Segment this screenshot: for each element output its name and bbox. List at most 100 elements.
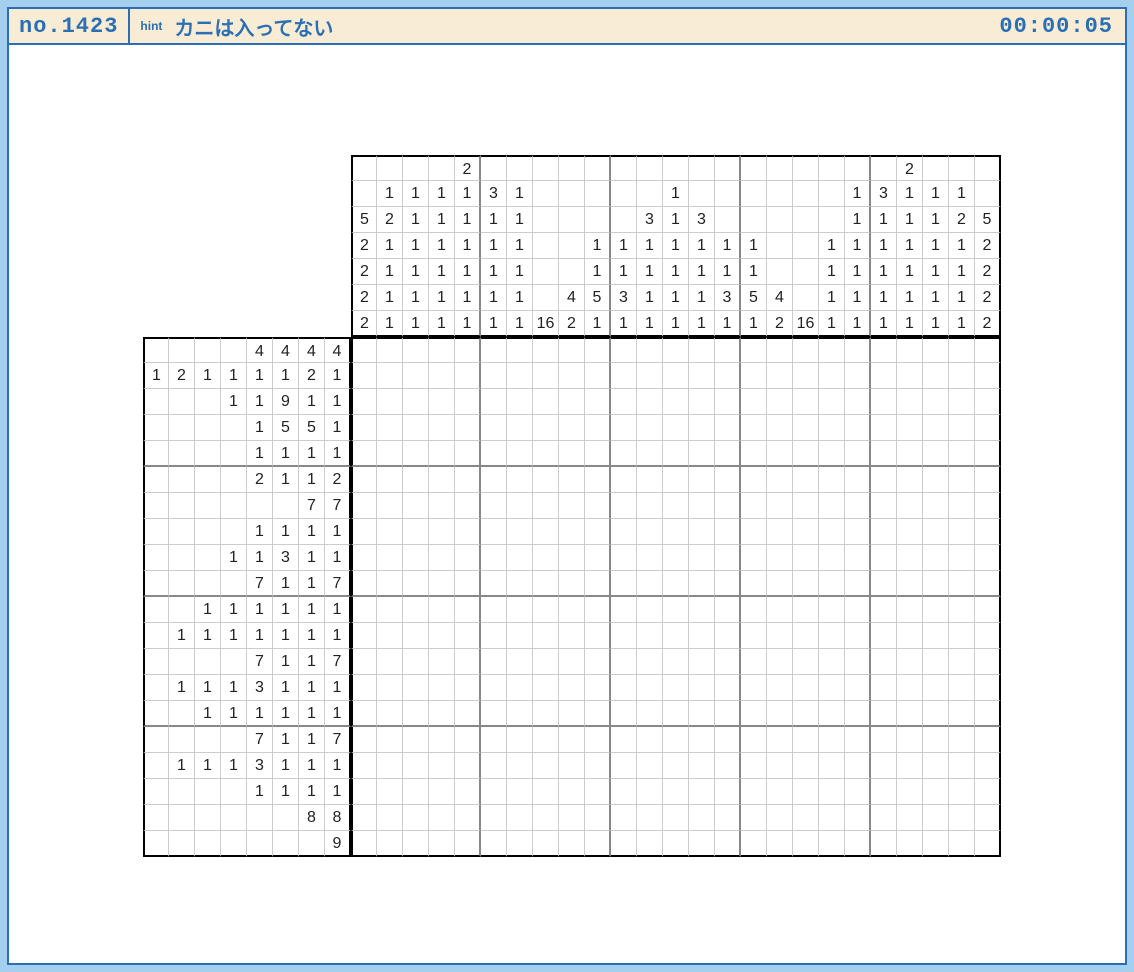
row-clue-cell[interactable]: [195, 779, 221, 805]
row-clue-cell[interactable]: 1: [325, 753, 351, 779]
col-clue-cell[interactable]: 1: [897, 233, 923, 259]
grid-cell[interactable]: [533, 493, 559, 519]
grid-cell[interactable]: [585, 597, 611, 623]
grid-cell[interactable]: [351, 805, 377, 831]
grid-cell[interactable]: [819, 779, 845, 805]
row-clue-cell[interactable]: 1: [273, 441, 299, 467]
grid-cell[interactable]: [897, 779, 923, 805]
grid-cell[interactable]: [429, 467, 455, 493]
grid-cell[interactable]: [533, 675, 559, 701]
row-clue-cell[interactable]: 2: [325, 467, 351, 493]
grid-cell[interactable]: [741, 831, 767, 857]
col-clue-cell[interactable]: [767, 233, 793, 259]
col-clue-cell[interactable]: [819, 207, 845, 233]
grid-cell[interactable]: [455, 805, 481, 831]
grid-cell[interactable]: [923, 701, 949, 727]
grid-cell[interactable]: [611, 545, 637, 571]
row-clue-cell[interactable]: [221, 571, 247, 597]
grid-cell[interactable]: [793, 389, 819, 415]
col-clue-cell[interactable]: 3: [689, 207, 715, 233]
grid-cell[interactable]: [455, 337, 481, 363]
grid-cell[interactable]: [507, 805, 533, 831]
grid-cell[interactable]: [793, 831, 819, 857]
grid-cell[interactable]: [611, 389, 637, 415]
col-clue-cell[interactable]: 4: [559, 285, 585, 311]
grid-cell[interactable]: [351, 753, 377, 779]
col-clue-cell[interactable]: 5: [975, 207, 1001, 233]
grid-cell[interactable]: [403, 493, 429, 519]
grid-cell[interactable]: [819, 571, 845, 597]
row-clue-cell[interactable]: 1: [195, 675, 221, 701]
grid-cell[interactable]: [689, 831, 715, 857]
grid-cell[interactable]: [429, 727, 455, 753]
grid-cell[interactable]: [637, 337, 663, 363]
col-clue-cell[interactable]: 1: [403, 181, 429, 207]
grid-cell[interactable]: [767, 337, 793, 363]
grid-cell[interactable]: [663, 467, 689, 493]
row-clue-cell[interactable]: [169, 779, 195, 805]
grid-cell[interactable]: [585, 363, 611, 389]
grid-cell[interactable]: [481, 493, 507, 519]
grid-cell[interactable]: [897, 649, 923, 675]
row-clue-cell[interactable]: [221, 519, 247, 545]
grid-cell[interactable]: [351, 649, 377, 675]
grid-cell[interactable]: [741, 571, 767, 597]
grid-cell[interactable]: [845, 727, 871, 753]
grid-cell[interactable]: [351, 623, 377, 649]
grid-cell[interactable]: [403, 753, 429, 779]
row-clue-cell[interactable]: 1: [273, 675, 299, 701]
col-clue-cell[interactable]: [767, 207, 793, 233]
grid-cell[interactable]: [403, 441, 429, 467]
grid-cell[interactable]: [793, 727, 819, 753]
row-clue-cell[interactable]: 1: [299, 675, 325, 701]
grid-cell[interactable]: [377, 389, 403, 415]
grid-cell[interactable]: [923, 415, 949, 441]
grid-cell[interactable]: [845, 493, 871, 519]
grid-cell[interactable]: [741, 727, 767, 753]
grid-cell[interactable]: [585, 545, 611, 571]
row-clue-cell[interactable]: [169, 805, 195, 831]
grid-cell[interactable]: [715, 701, 741, 727]
col-clue-cell[interactable]: 1: [455, 207, 481, 233]
grid-cell[interactable]: [715, 831, 741, 857]
grid-cell[interactable]: [767, 701, 793, 727]
grid-cell[interactable]: [455, 467, 481, 493]
grid-cell[interactable]: [689, 493, 715, 519]
grid-cell[interactable]: [949, 493, 975, 519]
grid-cell[interactable]: [611, 623, 637, 649]
row-clue-cell[interactable]: 1: [273, 363, 299, 389]
grid-cell[interactable]: [455, 389, 481, 415]
row-clue-cell[interactable]: 5: [299, 415, 325, 441]
col-clue-cell[interactable]: 1: [715, 233, 741, 259]
grid-cell[interactable]: [715, 675, 741, 701]
grid-cell[interactable]: [793, 441, 819, 467]
grid-cell[interactable]: [689, 727, 715, 753]
grid-cell[interactable]: [533, 389, 559, 415]
col-clue-cell[interactable]: 1: [507, 207, 533, 233]
grid-cell[interactable]: [767, 649, 793, 675]
grid-cell[interactable]: [403, 623, 429, 649]
col-clue-cell[interactable]: [715, 155, 741, 181]
grid-cell[interactable]: [923, 363, 949, 389]
grid-cell[interactable]: [377, 545, 403, 571]
col-clue-cell[interactable]: 3: [637, 207, 663, 233]
grid-cell[interactable]: [611, 701, 637, 727]
row-clue-cell[interactable]: 1: [273, 519, 299, 545]
grid-cell[interactable]: [585, 623, 611, 649]
grid-cell[interactable]: [455, 649, 481, 675]
grid-cell[interactable]: [481, 467, 507, 493]
grid-cell[interactable]: [767, 675, 793, 701]
grid-cell[interactable]: [585, 831, 611, 857]
grid-cell[interactable]: [767, 415, 793, 441]
grid-cell[interactable]: [923, 831, 949, 857]
col-clue-cell[interactable]: [819, 155, 845, 181]
grid-cell[interactable]: [481, 571, 507, 597]
row-clue-cell[interactable]: [273, 805, 299, 831]
grid-cell[interactable]: [767, 545, 793, 571]
grid-cell[interactable]: [845, 649, 871, 675]
grid-cell[interactable]: [689, 389, 715, 415]
grid-cell[interactable]: [819, 415, 845, 441]
grid-cell[interactable]: [585, 701, 611, 727]
grid-cell[interactable]: [507, 831, 533, 857]
col-clue-cell[interactable]: 1: [507, 181, 533, 207]
